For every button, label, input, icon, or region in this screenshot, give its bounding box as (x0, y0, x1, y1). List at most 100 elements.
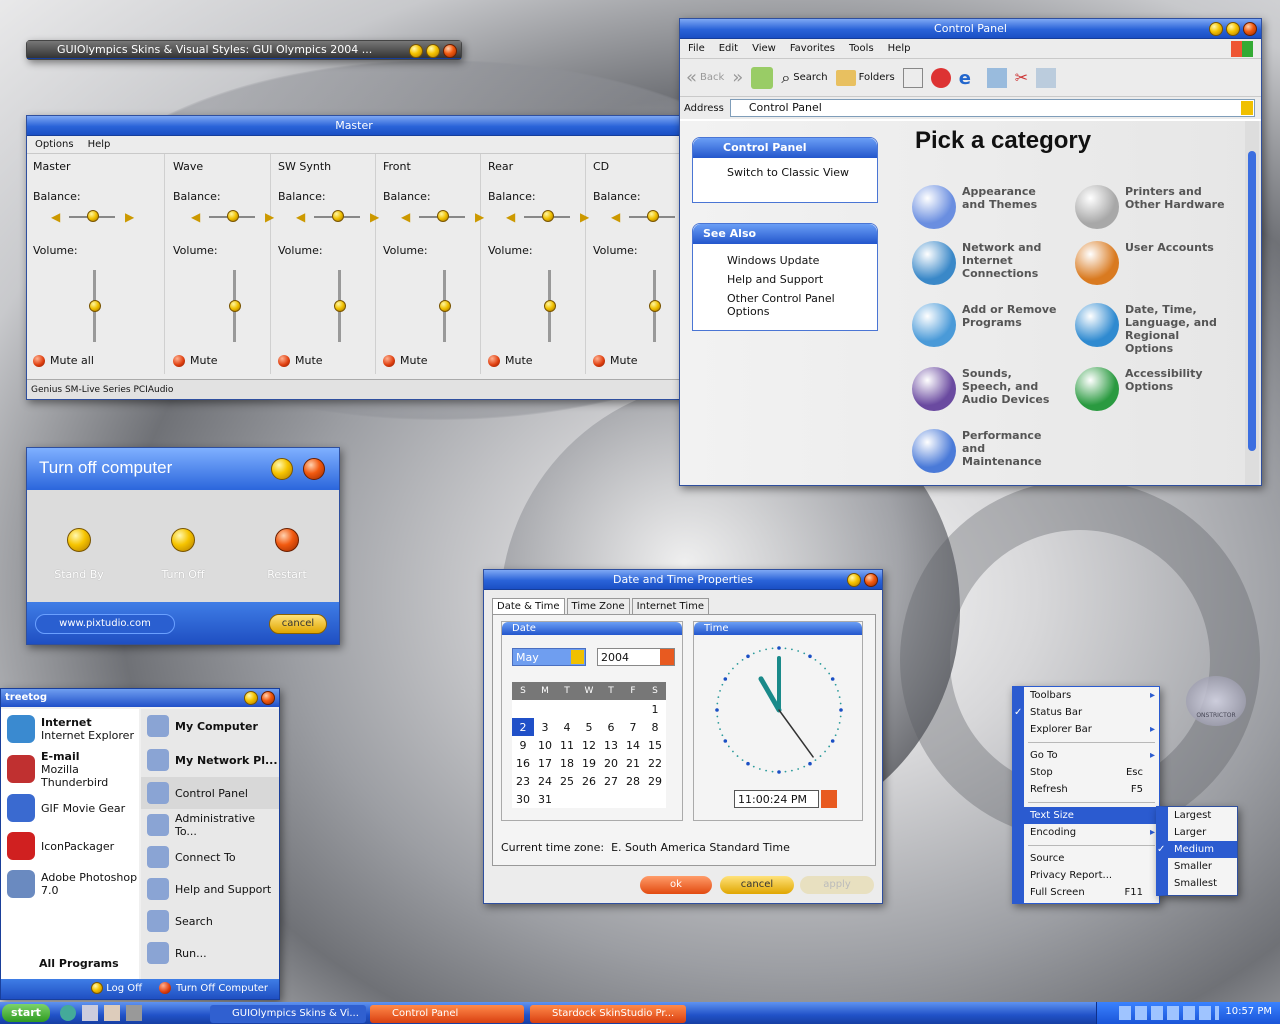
context-menu-item[interactable]: Stop Esc (1024, 764, 1159, 781)
text-size-option[interactable]: Smallest (1168, 875, 1237, 892)
month-dropdown-icon[interactable] (571, 650, 584, 664)
mute-checkbox[interactable]: Mute (173, 354, 218, 367)
task-gui-olympics[interactable]: GUIOlympics Skins & Vi... (210, 1005, 366, 1023)
balance-knob[interactable] (87, 210, 99, 222)
start-right-item[interactable]: Help and Support (141, 873, 279, 905)
calendar-day[interactable]: 26 (578, 772, 600, 790)
start-menu[interactable]: treetog Internet Internet Explorer E-mail M… (0, 688, 280, 1000)
cp-maximize-button[interactable] (1226, 22, 1240, 36)
category-item[interactable]: User Accounts (1075, 241, 1225, 285)
start-right-item[interactable]: My Computer (141, 709, 279, 743)
tab-time-zone[interactable]: Time Zone (566, 598, 630, 615)
minimize-button[interactable] (409, 44, 423, 58)
calendar-day[interactable]: 3 (534, 718, 556, 736)
close-button[interactable] (443, 44, 457, 58)
category-item[interactable]: Date, Time, Language, and Regional Optio… (1075, 303, 1225, 355)
calendar-day[interactable]: 5 (578, 718, 600, 736)
volume-knob[interactable] (89, 300, 101, 312)
sm-minimize-button[interactable] (244, 691, 258, 705)
context-menu-item[interactable]: Explorer Bar ▸ (1024, 721, 1159, 738)
mute-checkbox[interactable]: Mute (383, 354, 428, 367)
see-also-windows-update[interactable]: Windows Update (693, 244, 877, 267)
calendar-day[interactable]: 6 (600, 718, 622, 736)
cp-menu-favorites[interactable]: Favorites (790, 43, 835, 54)
category-item[interactable]: Add or Remove Programs (912, 303, 1062, 347)
dt-close-button[interactable] (864, 573, 878, 587)
volume-knob[interactable] (439, 300, 451, 312)
tray-icons[interactable] (1119, 1006, 1219, 1020)
mute-checkbox[interactable]: Mute (593, 354, 638, 367)
stop-icon[interactable] (930, 67, 951, 88)
see-also-help-support[interactable]: Help and Support (693, 267, 877, 286)
calendar-day[interactable]: 29 (644, 772, 666, 790)
context-menu-item[interactable]: Full Screen F11 (1024, 884, 1159, 901)
start-left-item[interactable]: Adobe Photoshop 7.0 (1, 865, 139, 903)
restart-option[interactable]: Restart (247, 528, 327, 581)
start-button[interactable]: start (2, 1004, 50, 1022)
calendar-day[interactable]: 12 (578, 736, 600, 754)
calendar-day[interactable]: 9 (512, 736, 534, 754)
calendar-day[interactable]: 14 (622, 736, 644, 754)
turnoff-option[interactable]: Turn Off (143, 528, 223, 581)
mute-checkbox[interactable]: Mute (278, 354, 323, 367)
dt-titlebar[interactable]: Date and Time Properties (484, 570, 882, 590)
mute-checkbox[interactable]: Mute all (33, 354, 94, 367)
category-item[interactable]: Performance and Maintenance (912, 429, 1062, 473)
text-size-option[interactable]: ✓ Medium (1157, 841, 1237, 858)
control-panel-window[interactable]: Control Panel File Edit View Favorites T… (679, 18, 1262, 486)
volume-knob[interactable] (649, 300, 661, 312)
context-menu-item[interactable]: Toolbars ▸ (1024, 687, 1159, 704)
context-menu-item[interactable]: Refresh F5 (1024, 781, 1159, 798)
calendar-day[interactable]: 4 (556, 718, 578, 736)
address-dropdown-icon[interactable] (1241, 101, 1253, 115)
folder-quicklaunch-icon[interactable] (104, 1005, 120, 1021)
media-quicklaunch-icon[interactable] (126, 1005, 142, 1021)
cp-minimize-button[interactable] (1209, 22, 1223, 36)
switch-classic-link[interactable]: Switch to Classic View (693, 158, 877, 179)
tab-date-time[interactable]: Date & Time (492, 598, 565, 615)
up-folder-icon[interactable] (751, 66, 774, 89)
volume-knob[interactable] (334, 300, 346, 312)
calendar-day[interactable]: 31 (534, 790, 556, 808)
calendar-day[interactable]: 19 (578, 754, 600, 772)
text-size-submenu[interactable]: Largest Larger ✓ Medium Smaller Smallest (1156, 806, 1238, 896)
calendar-day[interactable]: 11 (556, 736, 578, 754)
calendar-day[interactable]: 23 (512, 772, 534, 790)
cp-close-button[interactable] (1243, 22, 1257, 36)
calendar-day[interactable]: 18 (556, 754, 578, 772)
cp-menu-tools[interactable]: Tools (849, 43, 874, 54)
turn-off-dialog[interactable]: Turn off computer Stand By Turn Off Rest… (26, 447, 340, 645)
context-menu-item[interactable]: ✓ Status Bar (1014, 704, 1159, 721)
menu-help[interactable]: Help (88, 139, 111, 150)
cp-menu-file[interactable]: File (688, 43, 705, 54)
sm-close-button[interactable] (261, 691, 275, 705)
time-field[interactable]: 11:00:24 PM (734, 790, 819, 808)
dt-cancel-button[interactable]: cancel (720, 876, 794, 894)
category-item[interactable]: Printers and Other Hardware (1075, 185, 1225, 229)
tab-internet-time[interactable]: Internet Time (631, 598, 710, 615)
calendar-day[interactable]: 2 (512, 718, 534, 736)
ie-quicklaunch-icon[interactable] (60, 1005, 76, 1021)
maximize-button[interactable] (426, 44, 440, 58)
forward-button[interactable]: » (732, 67, 743, 88)
turnoff-cancel-button[interactable]: cancel (269, 614, 327, 634)
volume-knob[interactable] (544, 300, 556, 312)
start-right-item[interactable]: Administrative To... (141, 809, 279, 841)
text-size-option[interactable]: Smaller (1168, 858, 1237, 875)
calendar-day[interactable]: 30 (512, 790, 534, 808)
properties-icon[interactable] (986, 67, 1007, 88)
balance-knob[interactable] (647, 210, 659, 222)
calendar-day[interactable]: 1 (644, 700, 666, 718)
category-item[interactable]: Accessibility Options (1075, 367, 1225, 411)
context-menu-item[interactable]: Encoding ▸ (1024, 824, 1159, 841)
calendar-day[interactable]: 25 (556, 772, 578, 790)
log-off-button[interactable]: Log Off (91, 979, 142, 999)
dt-apply-button[interactable]: apply (800, 876, 874, 894)
calendar-day[interactable]: 8 (644, 718, 666, 736)
task-control-panel[interactable]: Control Panel (370, 1005, 524, 1023)
gui-olympics-window[interactable]: GUIOlympics Skins & Visual Styles: GUI O… (26, 40, 462, 60)
standby-option[interactable]: Stand By (39, 528, 119, 581)
volume-knob[interactable] (229, 300, 241, 312)
turn-off-button[interactable]: Turn Off Computer (159, 979, 268, 999)
month-select[interactable]: May (512, 648, 586, 666)
